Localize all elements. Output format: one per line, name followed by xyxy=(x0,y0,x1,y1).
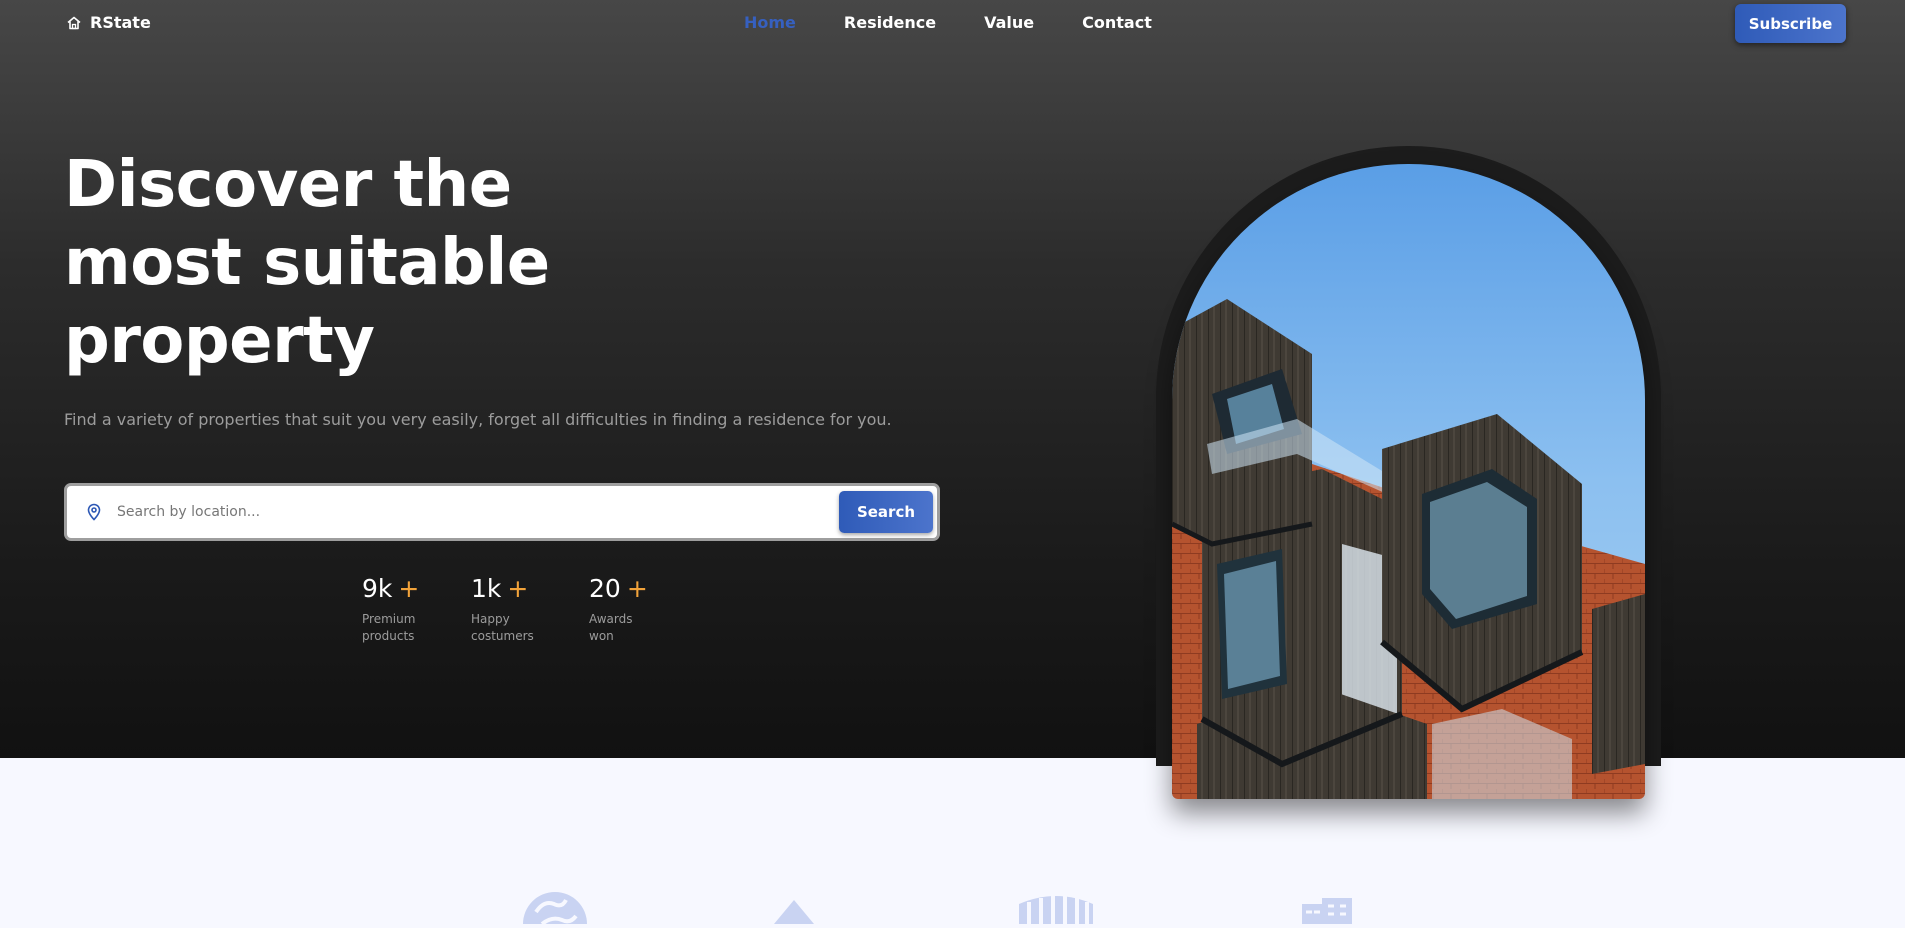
hero-title-line: most suitable xyxy=(64,226,550,300)
stat-happy-costumers: 1k + Happy costumers xyxy=(471,574,534,645)
stat-label-line: won xyxy=(589,629,614,643)
logo[interactable]: RState xyxy=(66,13,151,32)
stat-value: 1k xyxy=(471,574,502,603)
features-icon-row xyxy=(0,890,1905,928)
search-input[interactable] xyxy=(115,503,839,521)
stat-awards-won: 20 + Awards won xyxy=(589,574,648,645)
stat-plus: + xyxy=(507,574,529,603)
city-icon xyxy=(1302,890,1352,928)
hero-title-line: property xyxy=(64,304,375,378)
nav-item-residence[interactable]: Residence xyxy=(844,13,936,32)
stat-value: 20 xyxy=(589,574,621,603)
nav-item-home[interactable]: Home xyxy=(744,13,796,32)
hero-title-line: Discover the xyxy=(64,148,512,222)
stat-label-line: Premium xyxy=(362,612,416,626)
stat-premium-products: 9k + Premium products xyxy=(362,574,419,645)
hero-subtitle: Find a variety of properties that suit y… xyxy=(64,410,892,429)
globe-icon xyxy=(522,890,588,928)
stat-label-line: products xyxy=(362,629,415,643)
subscribe-button[interactable]: Subscribe xyxy=(1735,4,1846,43)
nav-item-value[interactable]: Value xyxy=(984,13,1034,32)
stat-plus: + xyxy=(398,574,420,603)
search-bar: Search xyxy=(64,483,940,541)
hero-title: Discover the most suitable property xyxy=(64,146,550,380)
stat-label-line: costumers xyxy=(471,629,534,643)
stat-label-line: Happy xyxy=(471,612,510,626)
stat-label-line: Awards xyxy=(589,612,633,626)
top-nav: RState Home Residence Value Contact Subs… xyxy=(0,0,1905,46)
home-icon xyxy=(66,15,82,31)
triangle-icon xyxy=(774,890,814,928)
search-button[interactable]: Search xyxy=(839,491,933,533)
nav-item-contact[interactable]: Contact xyxy=(1082,13,1152,32)
building-columns-icon xyxy=(1015,890,1097,928)
hero-building-image xyxy=(1172,164,1645,799)
logo-text: RState xyxy=(90,13,151,32)
nav-menu: Home Residence Value Contact xyxy=(744,13,1152,32)
stat-value: 9k xyxy=(362,574,393,603)
location-pin-icon xyxy=(85,503,103,521)
stat-plus: + xyxy=(626,574,648,603)
